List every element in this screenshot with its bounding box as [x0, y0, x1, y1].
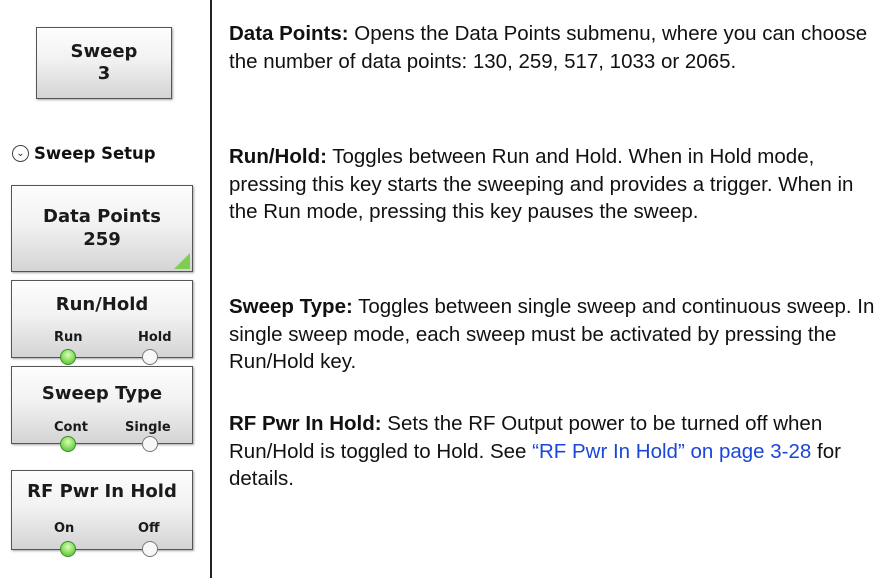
sweep-type-description: Sweep Type: Toggles between single sweep… — [229, 293, 879, 376]
submenu-indicator-icon — [174, 253, 190, 269]
sweep-label: Sweep — [70, 41, 138, 62]
column-divider — [210, 0, 212, 578]
run-hold-description: Run/Hold: Toggles between Run and Hold. … — [229, 143, 879, 226]
off-option: Off — [138, 521, 160, 536]
data-points-label: Data Points — [43, 206, 161, 227]
sweep-menu-button[interactable]: Sweep 3 — [36, 27, 172, 99]
run-hold-label: Run/Hold — [55, 294, 149, 315]
data-points-description: Data Points: Opens the Data Points subme… — [229, 20, 879, 75]
on-indicator-icon — [60, 541, 76, 557]
run-indicator-icon — [60, 349, 76, 365]
sweep-number: 3 — [97, 63, 111, 84]
run-hold-button[interactable]: Run/Hold Run Hold — [11, 280, 193, 365]
data-points-term: Data Points: — [229, 22, 349, 45]
sweep-setup-label: Sweep Setup — [34, 144, 156, 163]
hold-indicator-icon — [142, 349, 158, 365]
hold-option: Hold — [138, 330, 172, 345]
rf-pwr-in-hold-button[interactable]: RF Pwr In Hold On Off — [11, 470, 193, 557]
rf-pwr-in-hold-link[interactable]: “RF Pwr In Hold” on page 3-28 — [532, 440, 811, 463]
sweep-type-button[interactable]: Sweep Type Cont Single — [11, 366, 193, 452]
chevron-down-icon: ⌄ — [12, 145, 29, 162]
rf-pwr-in-hold-description: RF Pwr In Hold: Sets the RF Output power… — [229, 410, 879, 493]
cont-indicator-icon — [60, 436, 76, 452]
run-option: Run — [54, 330, 83, 345]
single-option: Single — [125, 420, 171, 435]
on-option: On — [54, 521, 75, 536]
data-points-button[interactable]: Data Points 259 — [11, 185, 193, 272]
single-indicator-icon — [142, 436, 158, 452]
sweep-type-label: Sweep Type — [41, 383, 163, 404]
sweep-type-term: Sweep Type: — [229, 295, 353, 318]
off-indicator-icon — [142, 541, 158, 557]
run-hold-term: Run/Hold: — [229, 145, 327, 168]
sweep-setup-header[interactable]: ⌄ Sweep Setup — [12, 144, 156, 163]
data-points-value: 259 — [83, 229, 121, 250]
rf-pwr-in-hold-label: RF Pwr In Hold — [27, 481, 177, 502]
cont-option: Cont — [54, 420, 88, 435]
rf-pwr-in-hold-term: RF Pwr In Hold: — [229, 412, 382, 435]
